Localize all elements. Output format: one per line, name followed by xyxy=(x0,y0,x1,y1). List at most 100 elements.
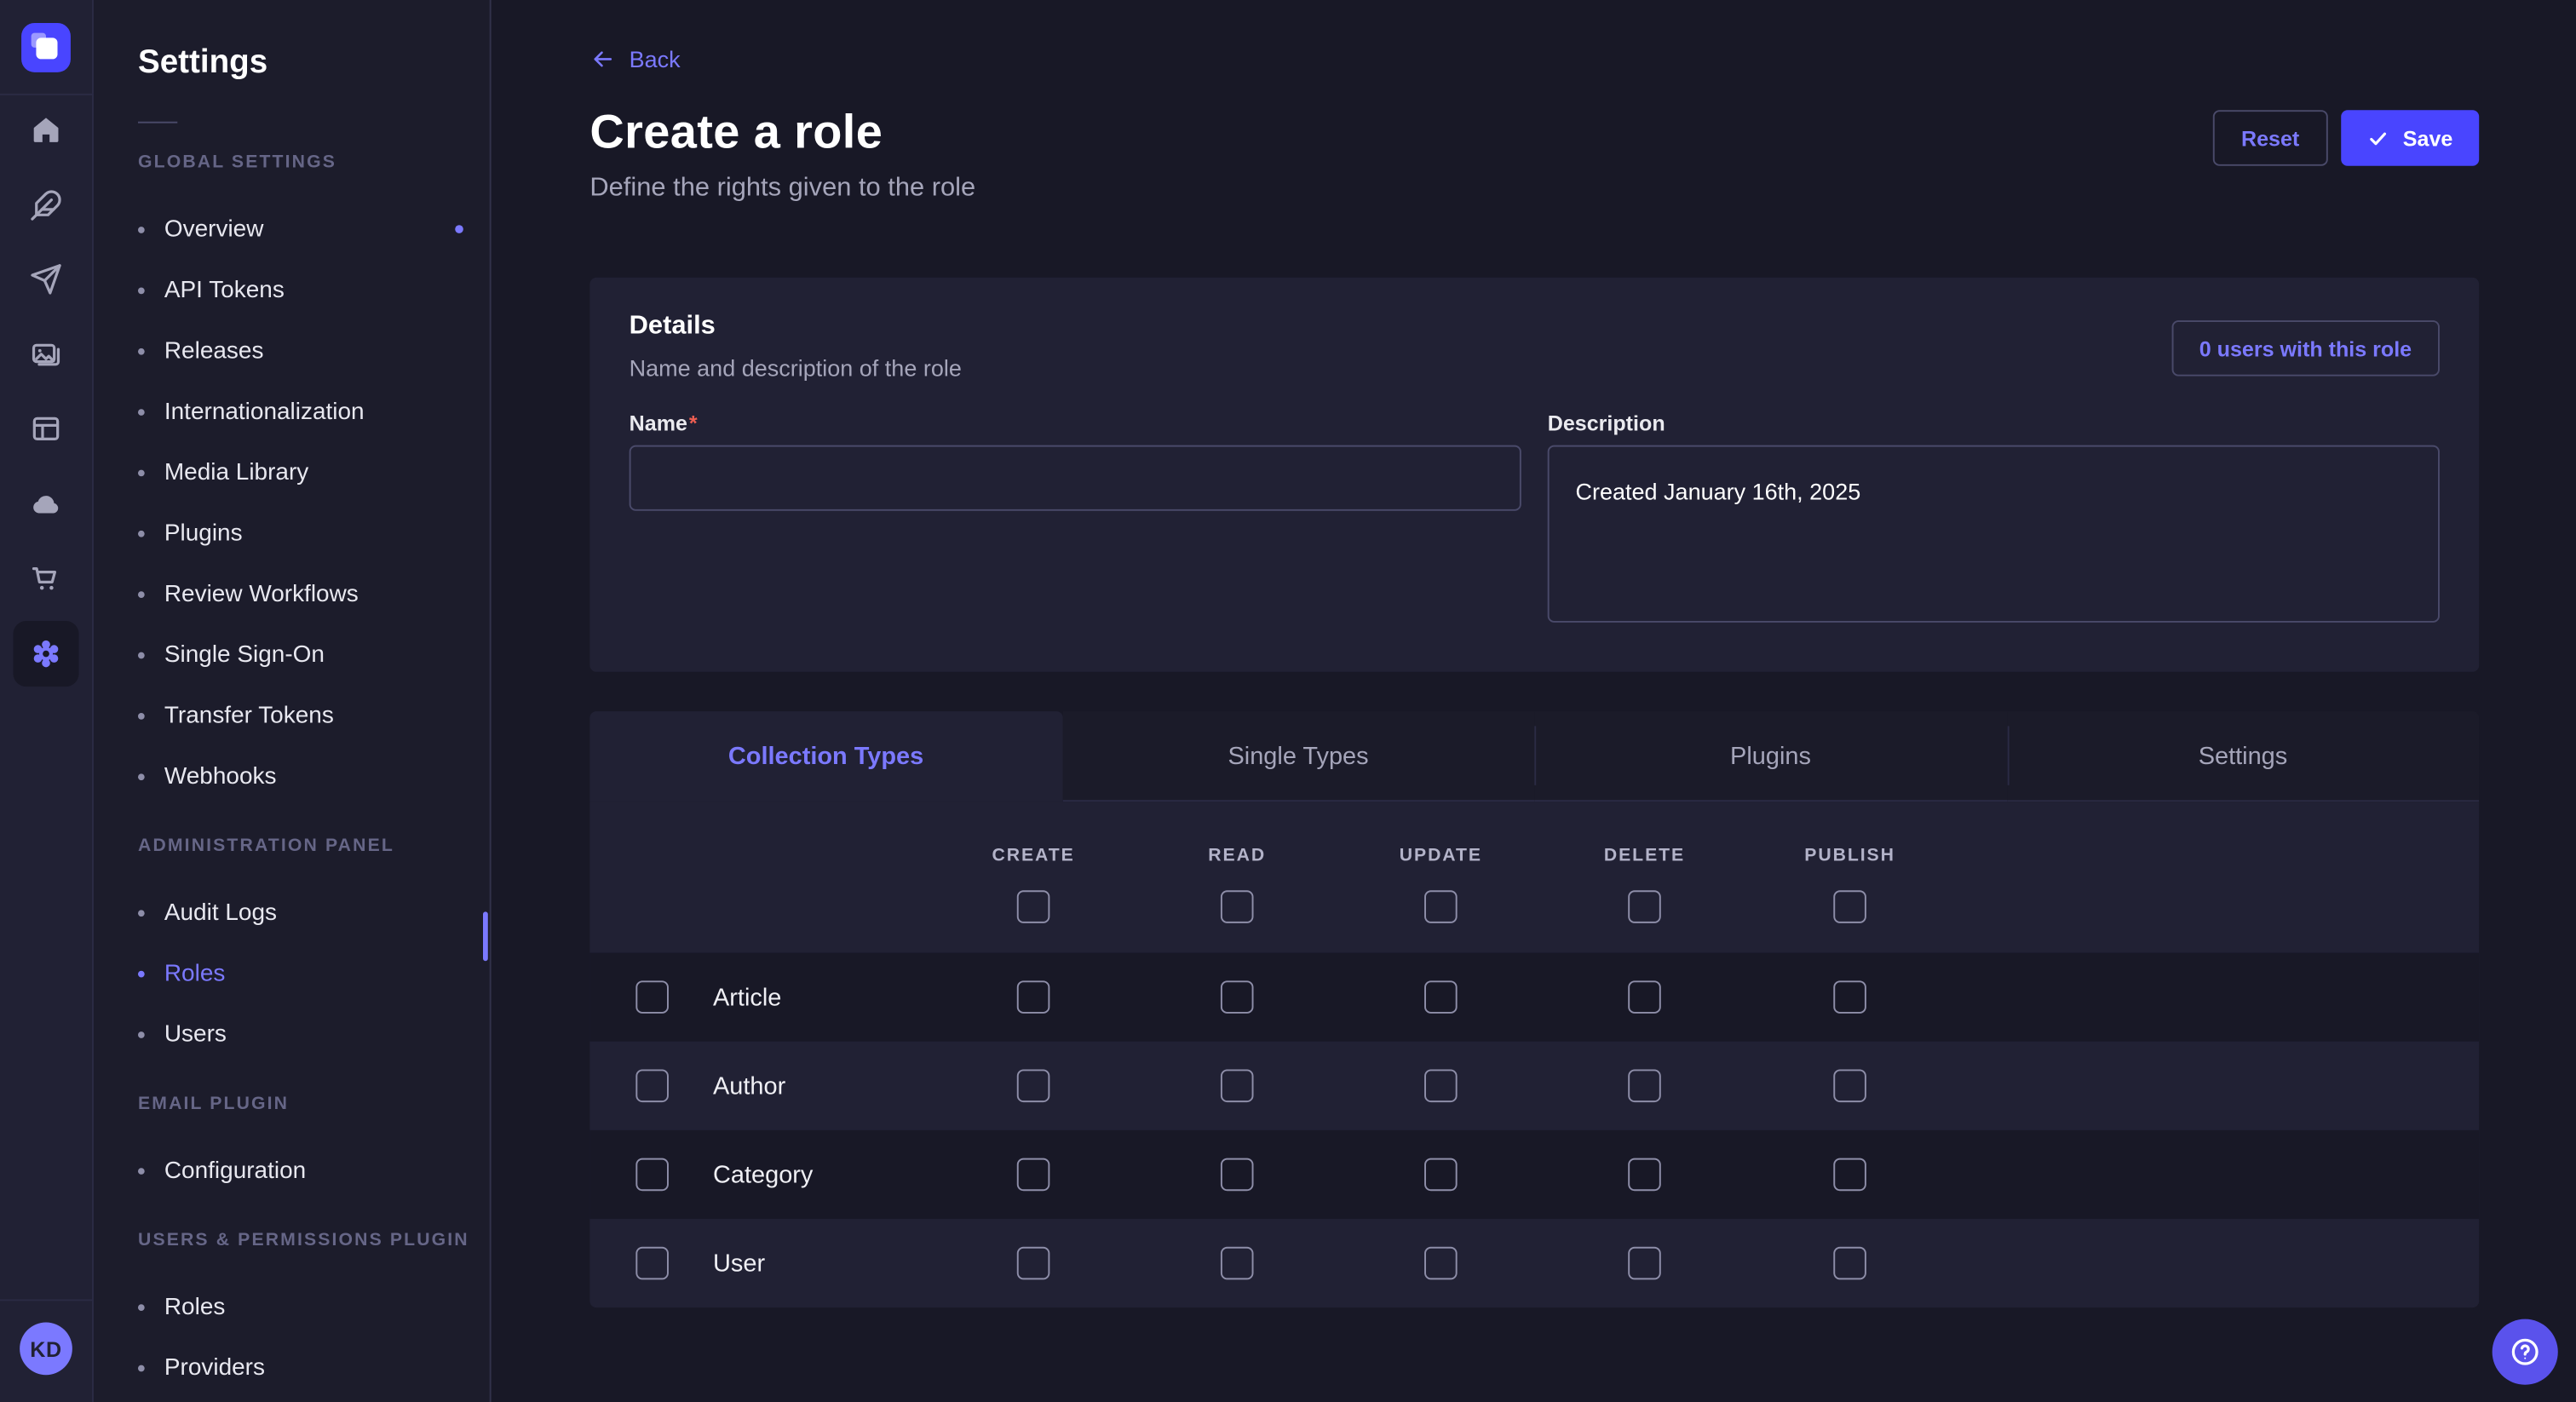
bullet-icon xyxy=(138,348,145,354)
author-update-checkbox[interactable] xyxy=(1424,1069,1458,1102)
sidebar-item-plugins[interactable]: Plugins xyxy=(138,503,490,563)
paper-plane-icon[interactable] xyxy=(13,246,78,312)
description-textarea[interactable]: Created January 16th, 2025 xyxy=(1548,445,2440,623)
tab-collection-types[interactable]: Collection Types xyxy=(589,711,1061,802)
row-label: Article xyxy=(713,983,781,1011)
sidebar-item-api-tokens[interactable]: API Tokens xyxy=(138,260,490,320)
notification-dot-icon xyxy=(455,225,463,233)
tab-plugins[interactable]: Plugins xyxy=(1534,711,2006,802)
column-header-publish: PUBLISH xyxy=(1804,846,1895,865)
bullet-icon xyxy=(138,590,145,597)
user-publish-checkbox[interactable] xyxy=(1833,1247,1866,1280)
select-all-create-checkbox[interactable] xyxy=(1017,890,1050,923)
article-row-checkbox[interactable] xyxy=(635,980,669,1014)
strapi-admin-screen: KD Settings GLOBAL SETTINGS Overview API… xyxy=(0,0,2576,1402)
question-icon xyxy=(2509,1336,2542,1369)
select-all-update-checkbox[interactable] xyxy=(1424,890,1458,923)
sidebar-item-configuration[interactable]: Configuration xyxy=(138,1140,490,1200)
sidebar-item-roles-admin[interactable]: Roles xyxy=(138,943,490,1003)
sidebar-item-single-sign-on[interactable]: Single Sign-On xyxy=(138,624,490,685)
cart-icon[interactable] xyxy=(13,545,78,611)
article-publish-checkbox[interactable] xyxy=(1833,980,1866,1014)
description-label: Description xyxy=(1548,411,1665,435)
sidebar-item-internationalization[interactable]: Internationalization xyxy=(138,381,490,441)
permissions-table-header: CREATE READ UPDATE DELETE PUBLISH xyxy=(589,802,2479,952)
settings-subnav: Settings GLOBAL SETTINGS Overview API To… xyxy=(94,0,492,1402)
article-update-checkbox[interactable] xyxy=(1424,980,1458,1014)
tab-single-types[interactable]: Single Types xyxy=(1062,711,1534,802)
bullet-icon xyxy=(138,1167,145,1174)
strapi-logo[interactable] xyxy=(21,23,71,72)
category-row-checkbox[interactable] xyxy=(635,1158,669,1192)
save-button[interactable]: Save xyxy=(2340,110,2479,166)
bullet-icon xyxy=(138,1365,145,1371)
subnav-scrollbar-thumb[interactable] xyxy=(483,911,488,961)
column-header-read: READ xyxy=(1208,846,1266,865)
article-delete-checkbox[interactable] xyxy=(1628,980,1661,1014)
sidebar-item-providers[interactable]: Providers xyxy=(138,1337,490,1398)
users-with-role-button[interactable]: 0 users with this role xyxy=(2171,320,2440,376)
media-library-icon[interactable] xyxy=(13,321,78,387)
category-update-checkbox[interactable] xyxy=(1424,1158,1458,1192)
sidebar-item-overview[interactable]: Overview xyxy=(138,198,490,259)
author-create-checkbox[interactable] xyxy=(1017,1069,1050,1102)
description-field-group: Description Created January 16th, 2025 xyxy=(1548,409,2440,630)
sidebar-item-releases[interactable]: Releases xyxy=(138,320,490,381)
category-publish-checkbox[interactable] xyxy=(1833,1158,1866,1192)
details-card: Details Name and description of the role… xyxy=(589,278,2479,672)
article-read-checkbox[interactable] xyxy=(1221,980,1254,1014)
required-asterisk: * xyxy=(689,411,698,435)
user-read-checkbox[interactable] xyxy=(1221,1247,1254,1280)
sidebar-item-audit-logs[interactable]: Audit Logs xyxy=(138,882,490,943)
sidebar-item-webhooks[interactable]: Webhooks xyxy=(138,746,490,807)
gear-icon[interactable] xyxy=(13,620,78,686)
sidebar-item-users[interactable]: Users xyxy=(138,1003,490,1064)
cloud-icon[interactable] xyxy=(13,471,78,537)
feather-icon[interactable] xyxy=(13,172,78,238)
users-permissions-list: Roles Providers xyxy=(138,1276,490,1398)
author-delete-checkbox[interactable] xyxy=(1628,1069,1661,1102)
table-row-author: Author xyxy=(589,1042,2479,1130)
category-read-checkbox[interactable] xyxy=(1221,1158,1254,1192)
author-row-checkbox[interactable] xyxy=(635,1069,669,1102)
home-icon[interactable] xyxy=(13,97,78,163)
sidebar-item-media-library[interactable]: Media Library xyxy=(138,442,490,503)
reset-button[interactable]: Reset xyxy=(2213,110,2327,166)
bullet-icon xyxy=(138,970,145,977)
user-row-checkbox[interactable] xyxy=(635,1247,669,1280)
bullet-icon xyxy=(138,1303,145,1310)
select-all-read-checkbox[interactable] xyxy=(1221,890,1254,923)
bullet-icon xyxy=(138,1031,145,1037)
tab-settings[interactable]: Settings xyxy=(2007,711,2479,802)
bullet-icon xyxy=(138,773,145,779)
bullet-icon xyxy=(138,469,145,476)
sidebar-item-review-workflows[interactable]: Review Workflows xyxy=(138,563,490,623)
permissions-tabs: Collection Types Single Types Plugins Se… xyxy=(589,711,2479,802)
help-button[interactable] xyxy=(2493,1319,2558,1385)
sidebar-item-roles-up[interactable]: Roles xyxy=(138,1276,490,1336)
check-icon xyxy=(2366,127,2388,148)
author-publish-checkbox[interactable] xyxy=(1833,1069,1866,1102)
back-link[interactable]: Back xyxy=(589,46,680,72)
row-label: User xyxy=(713,1250,765,1278)
select-all-delete-checkbox[interactable] xyxy=(1628,890,1661,923)
name-input[interactable] xyxy=(630,445,1521,511)
avatar[interactable]: KD xyxy=(20,1322,72,1375)
select-all-publish-checkbox[interactable] xyxy=(1833,890,1866,923)
user-create-checkbox[interactable] xyxy=(1017,1247,1050,1280)
user-delete-checkbox[interactable] xyxy=(1628,1247,1661,1280)
column-header-create: CREATE xyxy=(992,846,1074,865)
category-delete-checkbox[interactable] xyxy=(1628,1158,1661,1192)
main-content: Back Create a role Define the rights giv… xyxy=(493,0,2576,1402)
category-create-checkbox[interactable] xyxy=(1017,1158,1050,1192)
author-read-checkbox[interactable] xyxy=(1221,1069,1254,1102)
bullet-icon xyxy=(138,712,145,719)
sidebar-item-transfer-tokens[interactable]: Transfer Tokens xyxy=(138,685,490,745)
article-create-checkbox[interactable] xyxy=(1017,980,1050,1014)
permissions-table: CREATE READ UPDATE DELETE PUBLISH Articl… xyxy=(589,802,2479,1307)
rail-bottom: KD xyxy=(0,1299,92,1402)
bullet-icon xyxy=(138,909,145,916)
layout-icon[interactable] xyxy=(13,396,78,462)
details-title: Details xyxy=(630,310,962,343)
user-update-checkbox[interactable] xyxy=(1424,1247,1458,1280)
